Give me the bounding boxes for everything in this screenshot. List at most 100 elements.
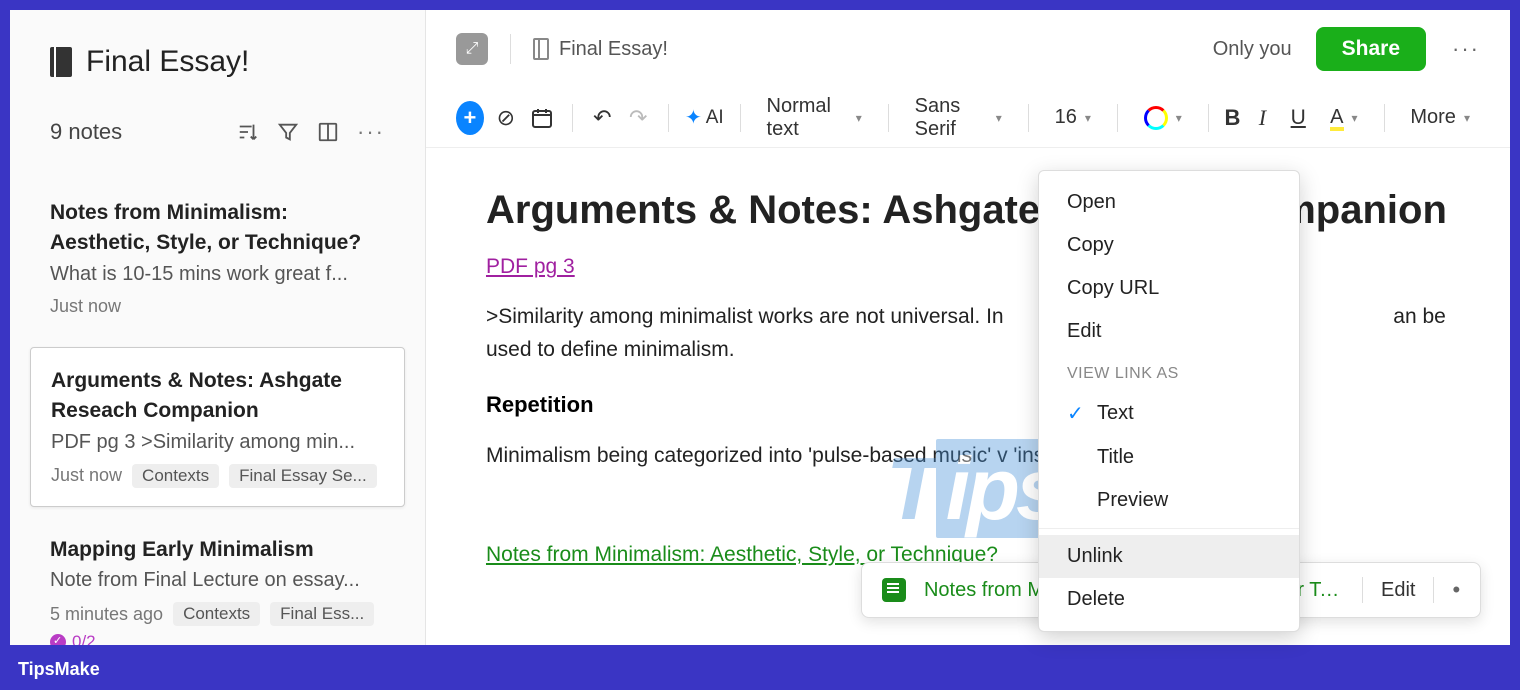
highlight-select[interactable]: A▾: [1320, 106, 1367, 129]
menu-copy-url[interactable]: Copy URL: [1039, 267, 1299, 310]
note-item-selected[interactable]: Arguments & Notes: Ashgate Reseach Compa…: [30, 347, 405, 507]
expand-button[interactable]: ⤢: [456, 33, 488, 65]
note-preview: PDF pg 3 >Similarity among min...: [51, 431, 384, 454]
note-meta: Just now: [50, 296, 385, 317]
check-icon: ✓: [1067, 401, 1085, 426]
notebook-icon: [50, 47, 72, 77]
more-actions-icon[interactable]: ···: [1452, 36, 1480, 62]
note-tag[interactable]: Contexts: [132, 464, 219, 488]
menu-copy[interactable]: Copy: [1039, 224, 1299, 267]
separator: [1039, 528, 1299, 529]
separator: [1028, 104, 1029, 132]
italic-button[interactable]: I: [1248, 101, 1276, 135]
menu-open[interactable]: Open: [1039, 181, 1299, 224]
note-tag[interactable]: Final Essay Se...: [229, 464, 377, 488]
note-time: Just now: [51, 465, 122, 486]
task-meta: 0/2: [50, 632, 385, 645]
note-time: 5 minutes ago: [50, 604, 163, 625]
sidebar-tools: ···: [237, 119, 385, 145]
separator: [1384, 104, 1385, 132]
note-title: Notes from Minimalism: Aesthetic, Style,…: [50, 198, 385, 259]
chevron-down-icon: ▾: [1085, 111, 1091, 125]
insert-button[interactable]: +: [456, 101, 484, 135]
layout-icon[interactable]: [317, 121, 339, 143]
ai-button[interactable]: ✦AI: [685, 105, 724, 130]
popover-edit-button[interactable]: Edit: [1381, 579, 1415, 602]
separator: [668, 104, 669, 132]
notebook-title-row: Final Essay!: [50, 45, 385, 79]
separator: [572, 104, 573, 132]
context-menu: Open Copy Copy URL Edit VIEW LINK AS ✓Te…: [1038, 170, 1300, 632]
separator: [740, 104, 741, 132]
underline-button[interactable]: U: [1284, 101, 1312, 135]
paragraph-style-select[interactable]: Normal text▾: [757, 95, 872, 141]
note-item[interactable]: Notes from Minimalism: Aesthetic, Style,…: [10, 180, 425, 337]
note-meta: 5 minutes ago Contexts Final Ess...: [50, 602, 385, 626]
font-size-select[interactable]: 16▾: [1045, 106, 1101, 129]
note-count: 9 notes: [50, 119, 122, 145]
redo-icon[interactable]: ↷: [624, 101, 652, 135]
app-frame: Final Essay! 9 notes ··· Notes from Mini…: [10, 10, 1510, 645]
note-time: Just now: [50, 296, 121, 317]
heading[interactable]: Repetition: [486, 392, 1450, 418]
notebook-icon: [533, 38, 549, 60]
popover-more-icon[interactable]: •: [1452, 577, 1460, 603]
note-list: Notes from Minimalism: Aesthetic, Style,…: [10, 160, 425, 645]
note-tag[interactable]: Contexts: [173, 602, 260, 626]
menu-delete[interactable]: Delete: [1039, 578, 1299, 621]
separator: [1117, 104, 1118, 132]
divider: [510, 34, 511, 64]
sort-icon[interactable]: [237, 121, 259, 143]
menu-view-title[interactable]: Title: [1039, 436, 1299, 479]
note-title: Mapping Early Minimalism: [50, 535, 385, 565]
task-check-icon: [50, 634, 66, 645]
font-family-select[interactable]: Sans Serif▾: [905, 95, 1012, 141]
filter-icon[interactable]: [277, 121, 299, 143]
note-preview: What is 10-15 mins work great f...: [50, 263, 385, 286]
breadcrumb[interactable]: Final Essay!: [533, 38, 668, 61]
menu-edit[interactable]: Edit: [1039, 310, 1299, 353]
note-icon: [882, 578, 906, 602]
chevron-down-icon: ▾: [996, 111, 1002, 125]
document-title[interactable]: Arguments & Notes: Ashgate Reseach Compa…: [486, 188, 1450, 233]
toolbar: + ⊘ ↶ ↷ ✦AI Normal text▾ Sans Serif▾ 16▾…: [426, 88, 1510, 148]
visibility-label[interactable]: Only you: [1213, 38, 1292, 61]
note-preview: Note from Final Lecture on essay...: [50, 569, 385, 592]
pdf-link[interactable]: PDF pg 3: [486, 255, 575, 278]
bold-button[interactable]: B: [1225, 105, 1241, 131]
highlight-icon: A: [1330, 106, 1343, 129]
color-wheel-icon: [1144, 106, 1168, 130]
menu-view-text[interactable]: ✓Text: [1039, 391, 1299, 436]
share-button[interactable]: Share: [1316, 27, 1426, 71]
menu-section-header: VIEW LINK AS: [1039, 353, 1299, 391]
note-tag[interactable]: Final Ess...: [270, 602, 374, 626]
calendar-icon[interactable]: [528, 101, 556, 135]
note-meta: Just now Contexts Final Essay Se...: [51, 464, 384, 488]
separator: [1362, 577, 1363, 603]
chevron-down-icon: ▾: [1464, 111, 1470, 125]
more-options-icon[interactable]: ···: [357, 119, 385, 145]
undo-icon[interactable]: ↶: [588, 101, 616, 135]
sidebar: Final Essay! 9 notes ··· Notes from Mini…: [10, 10, 426, 645]
separator: [1208, 104, 1209, 132]
ai-icon: ✦: [685, 105, 702, 130]
separator: [888, 104, 889, 132]
menu-view-preview[interactable]: Preview: [1039, 479, 1299, 522]
top-bar: ⤢ Final Essay! Only you Share ···: [426, 10, 1510, 88]
sidebar-header: Final Essay!: [10, 10, 425, 89]
notebook-title[interactable]: Final Essay!: [86, 45, 249, 79]
breadcrumb-text: Final Essay!: [559, 38, 668, 61]
main: ⤢ Final Essay! Only you Share ··· + ⊘ ↶ …: [426, 10, 1510, 645]
more-format-select[interactable]: More▾: [1400, 106, 1480, 129]
paragraph[interactable]: >Similarity among minimalist works are n…: [486, 301, 1450, 366]
sidebar-sub: 9 notes ···: [10, 89, 425, 160]
text-color-select[interactable]: ▾: [1134, 106, 1192, 130]
note-item[interactable]: Mapping Early Minimalism Note from Final…: [10, 517, 425, 645]
chevron-down-icon: ▾: [1352, 111, 1358, 125]
chevron-down-icon: ▾: [856, 111, 862, 125]
task-icon[interactable]: ⊘: [492, 101, 520, 135]
footer-brand: TipsMake: [18, 659, 100, 680]
paragraph[interactable]: Minimalism being categorized into 'pulse…: [486, 440, 1450, 473]
note-title: Arguments & Notes: Ashgate Reseach Compa…: [51, 366, 384, 427]
menu-unlink[interactable]: Unlink: [1039, 535, 1299, 578]
